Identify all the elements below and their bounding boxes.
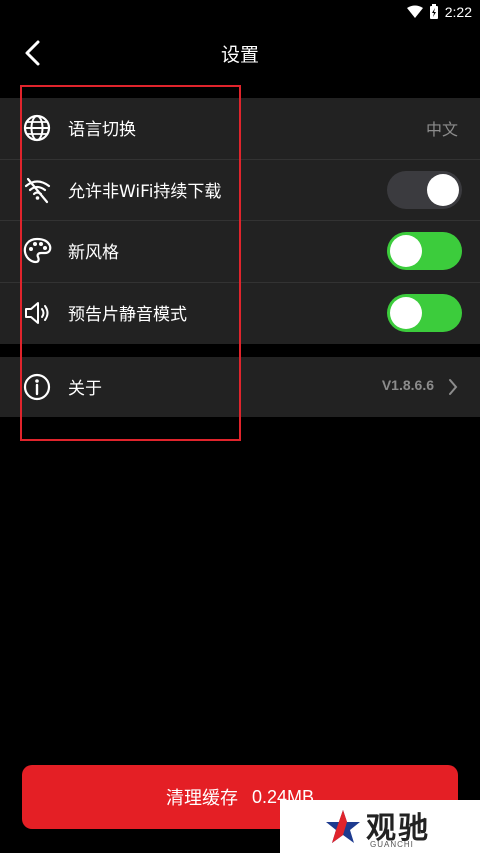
toggle-knob: [390, 297, 422, 329]
watermark: 观驰 GUANCHI: [280, 800, 480, 853]
header: 设置: [0, 24, 480, 84]
status-icons: 2:22: [406, 2, 472, 22]
star-logo-icon: [324, 808, 362, 850]
chevron-right-icon: [446, 376, 460, 398]
trailer-mute-toggle[interactable]: [387, 294, 462, 332]
wifi-icon: [406, 5, 423, 19]
toggle-knob: [390, 235, 422, 267]
status-time: 2:22: [444, 4, 472, 20]
status-bar: 2:22: [0, 0, 480, 24]
non-wifi-download-toggle[interactable]: [387, 171, 462, 209]
highlight-box: [20, 85, 241, 441]
toggle-knob: [427, 174, 459, 206]
new-style-toggle[interactable]: [387, 232, 462, 270]
battery-icon: [429, 4, 439, 20]
language-value: 中文: [425, 120, 458, 139]
watermark-subtext: GUANCHI: [370, 840, 414, 849]
app-version: V1.8.6.6: [381, 377, 434, 393]
page-title: 设置: [220, 44, 259, 66]
clear-cache-label: 清理缓存: [165, 788, 238, 809]
